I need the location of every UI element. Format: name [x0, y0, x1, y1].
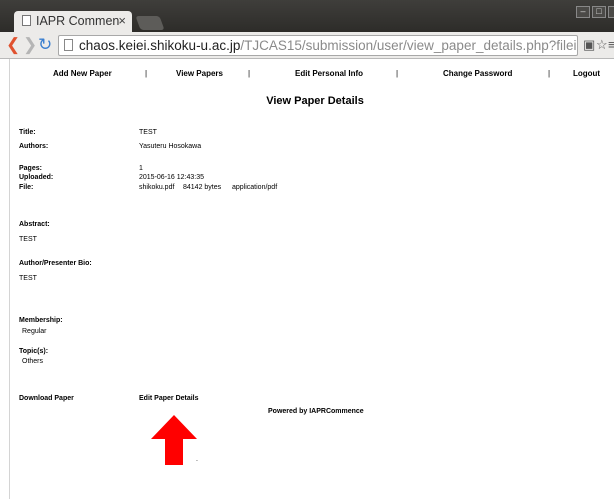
- document-icon: [22, 15, 31, 26]
- page-content: Add New Paper | View Papers | Edit Perso…: [0, 59, 614, 499]
- download-paper-link[interactable]: Download Paper: [19, 395, 74, 402]
- browser-tab[interactable]: IAPR Commence ×: [14, 11, 132, 32]
- file-type: application/pdf: [232, 184, 278, 191]
- bookmark-star-icon[interactable]: ☆: [596, 37, 608, 53]
- topics-value: Others: [22, 358, 44, 365]
- pages-value: 1: [139, 165, 143, 172]
- tab-close-icon[interactable]: ×: [118, 13, 126, 29]
- nav-edit-personal-info[interactable]: Edit Personal Info: [295, 69, 363, 78]
- footer-powered-by: Powered by IAPRCommence: [268, 408, 364, 415]
- browser-toolbar: ❮ ❯ ↻ chaos.keiei.shikoku-u.ac.jp/TJCAS1…: [0, 32, 614, 59]
- nav-add-new-paper[interactable]: Add New Paper: [53, 69, 112, 78]
- forward-icon[interactable]: ❯: [23, 35, 37, 55]
- file-name: shikoku.pdf: [139, 184, 175, 191]
- nav-logout[interactable]: Logout: [573, 69, 600, 78]
- authors-label: Authors:: [19, 143, 49, 150]
- topics-label: Topic(s):: [19, 348, 49, 355]
- bio-value: TEST: [19, 275, 37, 282]
- page-icon: [64, 39, 73, 51]
- minimize-icon[interactable]: –: [576, 6, 590, 18]
- abstract-value: TEST: [19, 236, 37, 243]
- nav-change-password[interactable]: Change Password: [443, 69, 512, 78]
- title-label: Title:: [19, 129, 36, 136]
- red-arrow-up-icon: [151, 415, 197, 465]
- authors-value: Yasuteru Hosokawa: [139, 143, 202, 150]
- file-size: 84142 bytes: [183, 184, 222, 191]
- close-window-icon[interactable]: [608, 6, 614, 18]
- menu-icon[interactable]: ≡: [608, 37, 614, 52]
- page-title: View Paper Details: [266, 95, 364, 107]
- edit-paper-details-link[interactable]: Edit Paper Details: [139, 395, 199, 402]
- membership-label: Membership:: [19, 317, 63, 324]
- reload-icon[interactable]: ↻: [38, 35, 52, 55]
- uploaded-value: 2015-06-16 12:43:35: [139, 174, 204, 181]
- uploaded-label: Uploaded:: [19, 174, 54, 181]
- translate-icon[interactable]: ▣: [583, 37, 595, 53]
- nav-view-papers[interactable]: View Papers: [176, 69, 223, 78]
- address-bar[interactable]: chaos.keiei.shikoku-u.ac.jp/TJCAS15/subm…: [58, 35, 578, 56]
- arrow-shape: [151, 415, 197, 465]
- file-label: File:: [19, 184, 34, 191]
- maximize-icon[interactable]: □: [592, 6, 606, 18]
- back-icon[interactable]: ❮: [6, 35, 20, 55]
- bio-label: Author/Presenter Bio:: [19, 260, 92, 267]
- nav-separator: |: [548, 69, 551, 78]
- url-text: chaos.keiei.shikoku-u.ac.jp/TJCAS15/subm…: [79, 38, 578, 53]
- abstract-label: Abstract:: [19, 221, 50, 228]
- nav-separator: |: [396, 69, 399, 78]
- browser-tab-strip: IAPR Commence × – □: [0, 0, 614, 32]
- nav-separator: |: [145, 69, 148, 78]
- new-tab-button[interactable]: [135, 16, 165, 30]
- tab-title: IAPR Commence: [36, 14, 120, 28]
- membership-value: Regular: [22, 328, 47, 335]
- pages-label: Pages:: [19, 165, 42, 172]
- nav-separator: |: [248, 69, 251, 78]
- title-value: TEST: [139, 129, 157, 136]
